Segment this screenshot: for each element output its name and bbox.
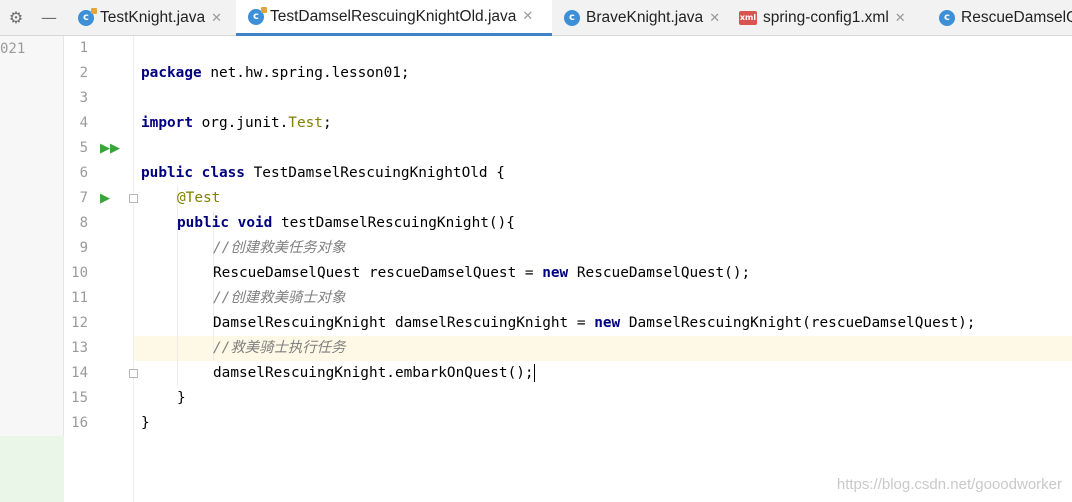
gear-icon[interactable]: ⚙ bbox=[7, 9, 25, 27]
line-number: 12 bbox=[71, 315, 88, 331]
code-editor[interactable]: package net.hw.spring.lesson01; import o… bbox=[134, 36, 1072, 502]
code-text: net.hw.spring.lesson01; bbox=[201, 65, 410, 81]
close-icon[interactable]: ✕ bbox=[211, 11, 222, 26]
code-line-1: package net.hw.spring.lesson01; bbox=[134, 36, 1072, 81]
run-test-icon[interactable]: ▶ bbox=[100, 186, 110, 211]
side-panel-fragment: 021 bbox=[0, 36, 64, 502]
code-text: ; bbox=[322, 115, 332, 131]
closing-brace: } bbox=[141, 415, 150, 431]
java-class-icon: c bbox=[564, 10, 580, 26]
line-gutter: 1 2 3 4 5 6 7 8 9 10 11 12 13 14 15 16 ▶… bbox=[64, 36, 138, 502]
tab-label: RescueDamselQ bbox=[961, 9, 1072, 26]
code-line-6: @Test bbox=[134, 161, 1072, 206]
code-line-8: //创建救美任务对象 bbox=[134, 211, 1072, 256]
junit-class-icon: c bbox=[78, 8, 97, 26]
line-number: 13 bbox=[71, 340, 88, 356]
line-number: 9 bbox=[79, 240, 88, 256]
close-icon[interactable]: ✕ bbox=[709, 11, 720, 26]
code-line-9: RescueDamselQuest rescueDamselQuest = ne… bbox=[134, 236, 1072, 281]
tab-spring-config1[interactable]: xml spring-config1.xml ✕ bbox=[727, 0, 927, 36]
xml-file-icon: xml bbox=[739, 11, 757, 25]
line-number: 8 bbox=[79, 215, 88, 231]
keyword: import bbox=[141, 115, 193, 131]
line-number: 10 bbox=[71, 265, 88, 281]
minus-icon[interactable]: — bbox=[40, 9, 58, 27]
line-number: 14 bbox=[71, 365, 88, 381]
code-line-13: damselRescuingKnight.embarkOnQuest(); bbox=[134, 336, 1072, 382]
editor-tab-bar: ⚙ — c TestKnight.java ✕ c TestDamselResc… bbox=[0, 0, 1072, 36]
tab-label: BraveKnight.java bbox=[586, 9, 704, 26]
code-line-10: //创建救美骑士对象 bbox=[134, 261, 1072, 306]
line-number: 15 bbox=[71, 390, 88, 406]
java-class-icon: c bbox=[939, 10, 955, 26]
line-number: 6 bbox=[79, 165, 88, 181]
line-number: 16 bbox=[71, 415, 88, 431]
line-number: 7 bbox=[79, 190, 88, 206]
code-line-3: import org.junit.Test; bbox=[134, 86, 1072, 131]
code-line-11: DamselRescuingKnight damselRescuingKnigh… bbox=[134, 286, 1072, 331]
code-line-5: public class TestDamselRescuingKnightOld… bbox=[134, 136, 1072, 181]
code-line-15: } bbox=[134, 386, 1072, 431]
tab-testknight[interactable]: c TestKnight.java ✕ bbox=[66, 0, 236, 36]
code-line-14: } bbox=[134, 361, 1072, 406]
code-line-7: public void testDamselRescuingKnight(){ bbox=[134, 186, 1072, 231]
class-ref: Test bbox=[288, 115, 323, 131]
run-class-icon[interactable]: ▶▶ bbox=[100, 136, 120, 161]
line-number: 2 bbox=[79, 65, 88, 81]
tab-label: TestKnight.java bbox=[100, 9, 206, 26]
close-icon[interactable]: ✕ bbox=[895, 11, 906, 26]
close-icon[interactable]: ✕ bbox=[522, 9, 533, 24]
side-panel-text: 021 bbox=[0, 41, 26, 57]
tab-testdamselrescuingknightold[interactable]: c TestDamselRescuingKnightOld.java ✕ bbox=[236, 0, 552, 36]
code-line-12: //救美骑士执行任务 bbox=[134, 311, 1072, 356]
tab-braveknight[interactable]: c BraveKnight.java ✕ bbox=[552, 0, 727, 36]
side-panel-highlight bbox=[0, 436, 64, 502]
line-number: 1 bbox=[79, 40, 88, 56]
tab-rescuedamselquest[interactable]: c RescueDamselQ bbox=[927, 0, 1072, 36]
line-number: 5 bbox=[79, 140, 88, 156]
tab-label: TestDamselRescuingKnightOld.java bbox=[270, 7, 517, 25]
tab-label: spring-config1.xml bbox=[763, 9, 889, 26]
keyword: package bbox=[141, 65, 202, 81]
junit-class-icon: c bbox=[248, 6, 267, 25]
line-number: 4 bbox=[79, 115, 88, 131]
watermark-text: https://blog.csdn.net/gooodworker bbox=[836, 476, 1062, 493]
code-text: org.junit. bbox=[192, 115, 289, 131]
line-number: 11 bbox=[71, 290, 88, 306]
line-number: 3 bbox=[79, 90, 88, 106]
